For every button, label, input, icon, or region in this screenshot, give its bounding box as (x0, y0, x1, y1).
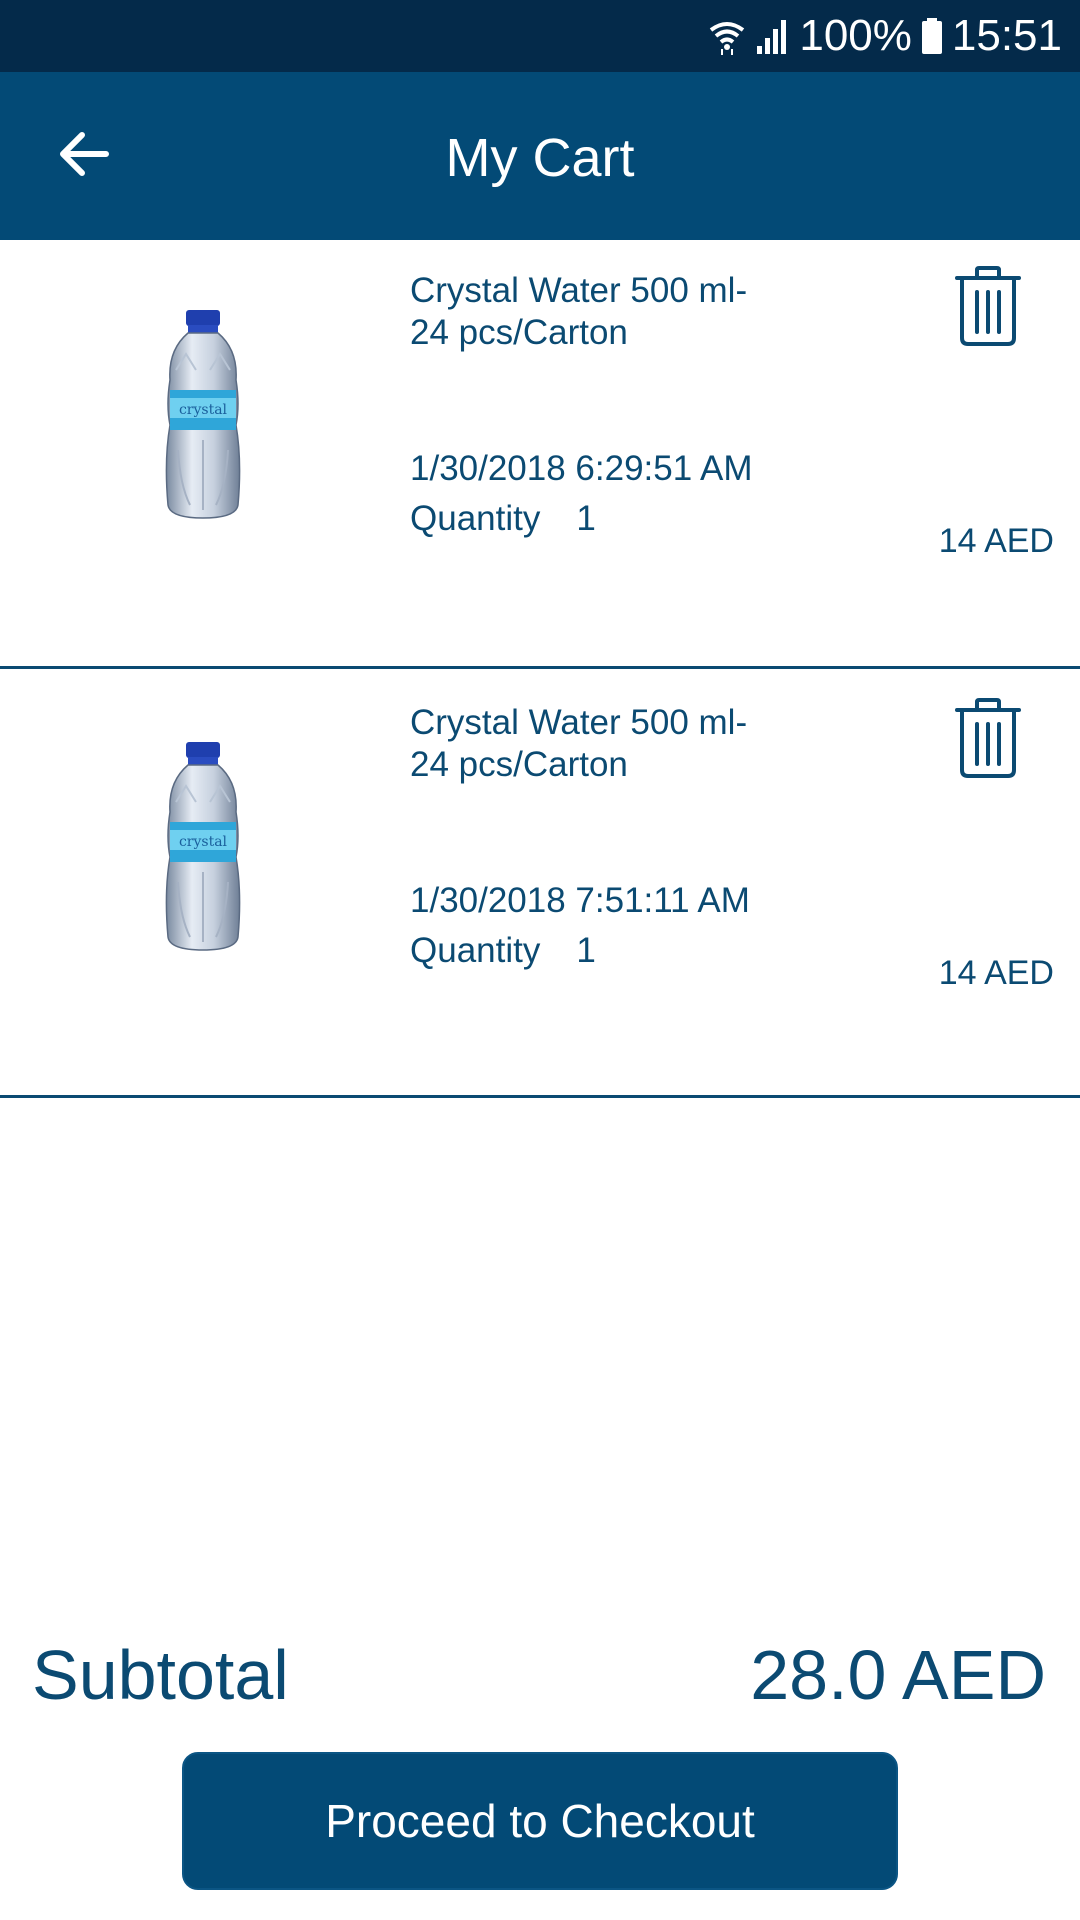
water-bottle-image: crystal (160, 742, 246, 952)
svg-text:crystal: crystal (179, 402, 228, 418)
cart-item[interactable]: crystal Crystal Water 500 ml-24 pcs/Cart… (0, 672, 1080, 1098)
signal-icon (755, 16, 791, 56)
water-bottle-image: crystal (160, 310, 246, 520)
battery-percent: 100% (799, 11, 912, 60)
status-bar: 100% 15:51 (0, 0, 1080, 72)
trash-icon (955, 265, 1021, 351)
wifi-icon (707, 16, 747, 56)
quantity-label: Quantity (410, 931, 541, 970)
subtotal-value: 28.0 AED (750, 1636, 1046, 1714)
status-icons: 100% 15:51 (707, 0, 1062, 72)
cart-item[interactable]: crystal Crystal Water 500 ml-24 pcs/Cart… (0, 240, 1080, 669)
page-title: My Cart (445, 128, 635, 188)
product-name: Crystal Water 500 ml-24 pcs/Carton (410, 271, 748, 352)
product-name: Crystal Water 500 ml-24 pcs/Carton (410, 703, 748, 784)
product-price: 14 AED (938, 954, 1054, 992)
checkout-button[interactable]: Proceed to Checkout (182, 1752, 898, 1890)
quantity-label: Quantity (410, 499, 541, 538)
cart-list: crystal Crystal Water 500 ml-24 pcs/Cart… (0, 240, 1080, 1098)
product-price: 14 AED (938, 522, 1054, 560)
quantity-value: 1 (576, 499, 596, 538)
battery-icon (920, 16, 944, 56)
quantity-value: 1 (576, 931, 596, 970)
app-bar: My Cart (0, 72, 1080, 240)
order-date: 1/30/2018 6:29:51 AM (410, 449, 753, 488)
order-date: 1/30/2018 7:51:11 AM (410, 881, 750, 920)
quantity: Quantity 1 (410, 930, 596, 972)
delete-button[interactable] (948, 264, 1028, 352)
subtotal-label: Subtotal (32, 1636, 289, 1714)
trash-icon (955, 697, 1021, 783)
clock: 15:51 (951, 11, 1062, 60)
subtotal-row: Subtotal 28.0 AED (0, 1630, 1080, 1720)
quantity: Quantity 1 (410, 498, 596, 540)
delete-button[interactable] (948, 696, 1028, 784)
svg-text:crystal: crystal (179, 834, 228, 850)
